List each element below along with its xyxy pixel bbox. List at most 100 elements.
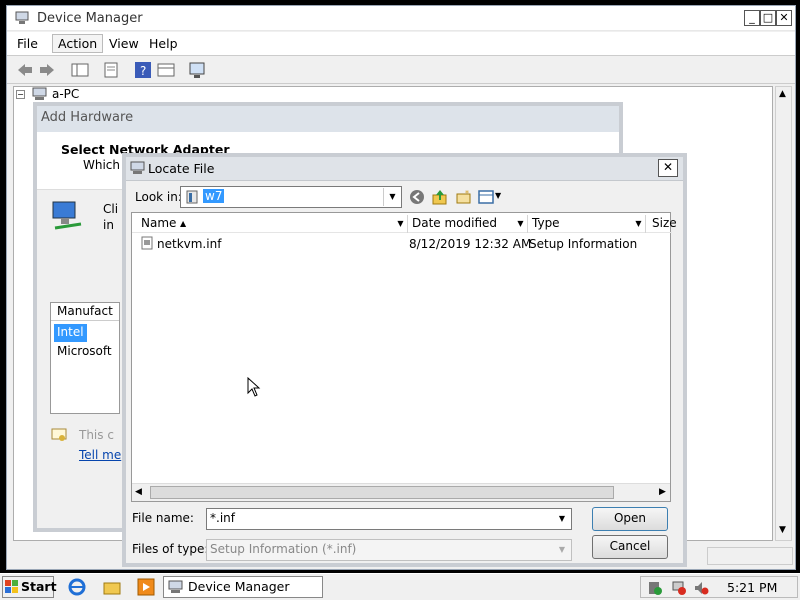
look-in-value: w7	[203, 189, 225, 203]
locate-file-icon	[130, 161, 145, 174]
scroll-up-arrow[interactable]: ▲	[779, 89, 786, 99]
chevron-down-icon[interactable]: ▼	[632, 217, 645, 231]
list-item[interactable]: Microsoft	[54, 343, 112, 360]
files-of-type-label: Files of type:	[132, 542, 209, 556]
locate-file-title-bar: Locate File ✕	[126, 157, 683, 181]
files-of-type-value: Setup Information (*.inf)	[210, 542, 357, 556]
view-icon[interactable]	[157, 61, 175, 79]
close-button[interactable]: ✕	[658, 159, 678, 177]
windows-logo-icon	[5, 580, 18, 593]
help-icon[interactable]: ?	[134, 61, 152, 79]
system-tray: 5:21 PM	[640, 576, 798, 598]
scan-hardware-icon[interactable]	[188, 61, 206, 79]
menu-view[interactable]: View	[109, 36, 139, 51]
action-center-icon[interactable]	[647, 580, 663, 596]
file-name-value: *.inf	[210, 511, 235, 525]
taskbar-device-manager[interactable]: Device Manager	[163, 576, 323, 598]
properties-icon[interactable]	[102, 61, 120, 79]
toolbar: ?	[7, 56, 795, 84]
network-icon[interactable]	[671, 580, 687, 596]
look-in-dropdown[interactable]: w7 ▼	[180, 186, 402, 208]
driver-signed-text: This c	[79, 428, 114, 442]
column-header-name[interactable]: Name ▲	[132, 215, 408, 233]
device-manager-icon	[15, 11, 29, 24]
internet-explorer-icon[interactable]	[68, 578, 86, 596]
collapse-toggle[interactable]: −	[16, 90, 25, 99]
chevron-down-icon[interactable]: ▼	[553, 510, 571, 528]
menu-action[interactable]: Action	[52, 34, 104, 53]
menu-bar: File Action View Help	[7, 32, 795, 56]
title-bar: Device Manager _ □ ✕	[7, 6, 795, 31]
scroll-down-arrow[interactable]: ▼	[779, 525, 786, 535]
cursor-icon	[247, 377, 261, 397]
column-name-label: Name	[141, 216, 177, 230]
add-hardware-title-bar: Add Hardware	[37, 106, 619, 132]
tree-root-label[interactable]: a-PC	[52, 87, 79, 101]
tell-me-link[interactable]: Tell me	[79, 448, 121, 462]
file-name-cell: netkvm.inf	[157, 237, 222, 251]
chevron-down-icon: ▼	[558, 545, 566, 554]
inf-file-icon	[141, 236, 153, 250]
column-header-size[interactable]: Size	[648, 215, 677, 233]
scroll-left-arrow[interactable]: ◀	[135, 487, 142, 497]
scroll-thumb[interactable]	[150, 486, 614, 499]
file-type-cell: Setup Information	[529, 237, 638, 251]
column-header-type[interactable]: Type	[528, 215, 646, 233]
file-list: Name ▲ ▼ Date modified ▼ Type ▼ Size netk…	[131, 212, 677, 502]
manufacturer-list: Manufact Intel Microsoft	[50, 302, 120, 414]
volume-icon[interactable]	[693, 580, 709, 596]
svg-text:*: *	[465, 189, 469, 198]
media-player-icon[interactable]	[137, 578, 155, 596]
chevron-down-icon: ▼	[495, 191, 502, 200]
locate-file-dialog: Locate File ✕ Look in: w7 ▼ * ▼ Name ▲ ▼ …	[122, 153, 687, 567]
look-in-label: Look in:	[135, 190, 182, 204]
taskbar-task-label: Device Manager	[188, 579, 290, 594]
explorer-icon[interactable]	[103, 578, 121, 596]
taskbar: Start Device Manager 5:21 PM	[0, 573, 800, 600]
open-button[interactable]: Open	[592, 507, 668, 531]
forward-icon[interactable]	[38, 61, 56, 79]
click-instruction-text-2: in	[103, 218, 114, 232]
chevron-down-icon[interactable]: ▼	[514, 217, 527, 231]
file-list-header: Name ▲ ▼ Date modified ▼ Type ▼ Size	[132, 215, 677, 233]
file-name-field[interactable]: *.inf ▼	[206, 508, 572, 530]
table-row[interactable]: netkvm.inf 8/12/2019 12:32 AM Setup Info…	[132, 235, 672, 253]
sort-arrow-icon: ▲	[180, 219, 187, 228]
menu-file[interactable]: File	[17, 36, 38, 51]
minimize-button[interactable]: _	[744, 10, 760, 26]
show-hide-tree-icon[interactable]	[71, 61, 89, 79]
start-label: Start	[21, 579, 57, 594]
back-icon[interactable]	[16, 61, 34, 79]
locate-file-title: Locate File	[148, 161, 215, 176]
click-instruction-text: Cli	[103, 202, 119, 216]
menu-help[interactable]: Help	[149, 36, 178, 51]
manufacturer-column-header[interactable]: Manufact	[51, 303, 119, 321]
cancel-button[interactable]: Cancel	[592, 535, 668, 559]
column-header-date[interactable]: Date modified	[408, 215, 528, 233]
scroll-right-arrow[interactable]: ▶	[659, 487, 666, 497]
file-date-cell: 8/12/2019 12:32 AM	[409, 237, 532, 251]
horizontal-scrollbar[interactable]: ◀ ▶	[132, 483, 670, 501]
maximize-button[interactable]: □	[760, 10, 776, 26]
window-title: Device Manager	[37, 11, 143, 26]
select-adapter-subtext: Which	[83, 158, 121, 172]
close-button[interactable]: ✕	[776, 10, 792, 26]
views-menu-button[interactable]: ▼	[478, 188, 504, 206]
new-folder-icon[interactable]: *	[456, 189, 472, 205]
clock[interactable]: 5:21 PM	[727, 580, 777, 595]
add-hardware-title: Add Hardware	[41, 110, 134, 125]
network-adapter-icon	[52, 201, 82, 230]
tree-scrollbar[interactable]: ▲ ▼	[775, 86, 792, 541]
start-button[interactable]: Start	[2, 576, 57, 598]
files-of-type-dropdown[interactable]: Setup Information (*.inf) ▼	[206, 539, 572, 561]
svg-text:?: ?	[140, 64, 146, 78]
views-icon	[478, 190, 494, 204]
folder-icon	[186, 190, 198, 204]
up-folder-icon[interactable]	[432, 189, 448, 205]
back-icon[interactable]	[409, 189, 425, 205]
device-manager-icon	[168, 580, 183, 593]
list-item[interactable]: Intel	[54, 324, 87, 342]
chevron-down-icon[interactable]: ▼	[394, 217, 407, 231]
chevron-down-icon[interactable]: ▼	[383, 188, 401, 206]
status-pane	[707, 547, 793, 565]
